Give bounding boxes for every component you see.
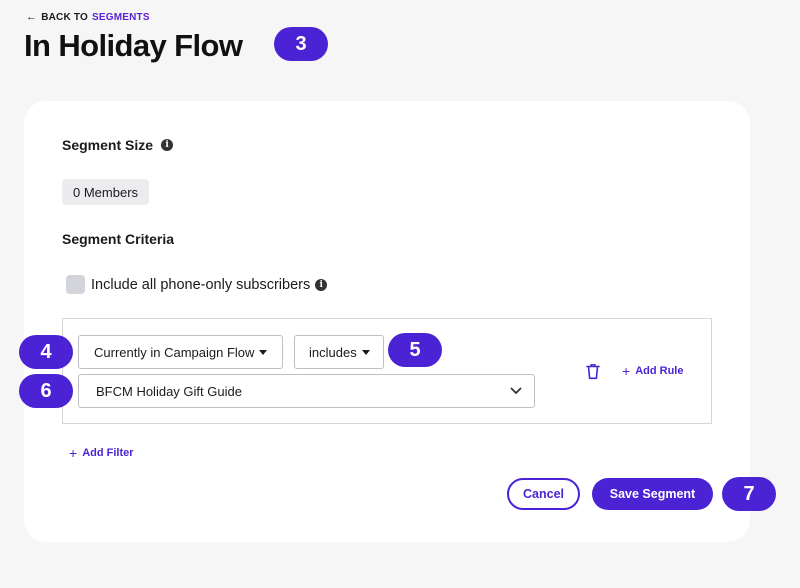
phone-only-checkbox[interactable] <box>66 275 85 294</box>
callout-badge-3: 3 <box>274 27 328 61</box>
filter-group <box>62 318 712 424</box>
cancel-button[interactable]: Cancel <box>507 478 580 510</box>
back-to-segments-link[interactable]: ← Back to Segments <box>26 11 150 23</box>
segment-criteria-label: Segment Criteria <box>62 231 175 247</box>
members-count-badge: 0 Members <box>62 179 150 205</box>
callout-badge-6: 6 <box>19 374 73 408</box>
add-filter-link[interactable]: + Add Filter <box>69 446 134 460</box>
callout-badge-5: 5 <box>388 333 442 367</box>
segment-size-heading: Segment Size i <box>62 137 174 153</box>
operator-select[interactable]: includes <box>294 335 384 369</box>
trash-icon[interactable] <box>585 363 601 380</box>
info-icon[interactable]: i <box>315 279 328 291</box>
arrow-left-icon: ← <box>26 11 38 23</box>
page-title: In Holiday Flow <box>24 28 243 63</box>
plus-icon: + <box>622 363 631 379</box>
save-segment-button[interactable]: Save Segment <box>592 478 713 510</box>
add-filter-label: Add Filter <box>82 447 134 459</box>
add-rule-label: Add Rule <box>635 365 684 377</box>
callout-badge-7: 7 <box>722 477 776 511</box>
chevron-down-icon <box>510 387 522 394</box>
value-select[interactable]: BFCM Holiday Gift Guide <box>78 374 535 408</box>
condition-select-value: Currently in Campaign Flow <box>94 344 255 360</box>
callout-badge-4: 4 <box>19 335 73 369</box>
operator-select-value: includes <box>309 344 357 360</box>
phone-only-text: Include all phone-only subscribers <box>91 277 311 293</box>
phone-only-label: Include all phone-only subscribers i <box>91 277 328 293</box>
segment-size-label: Segment Size <box>62 137 154 153</box>
back-prefix: Back to <box>41 11 88 23</box>
caret-down-icon <box>259 350 268 355</box>
condition-select[interactable]: Currently in Campaign Flow <box>78 335 283 369</box>
value-select-value: BFCM Holiday Gift Guide <box>96 383 242 399</box>
plus-icon: + <box>69 445 78 461</box>
add-rule-link[interactable]: + Add Rule <box>622 364 683 378</box>
back-segments-label: Segments <box>91 11 150 23</box>
info-icon[interactable]: i <box>161 139 174 151</box>
caret-down-icon <box>361 350 370 355</box>
